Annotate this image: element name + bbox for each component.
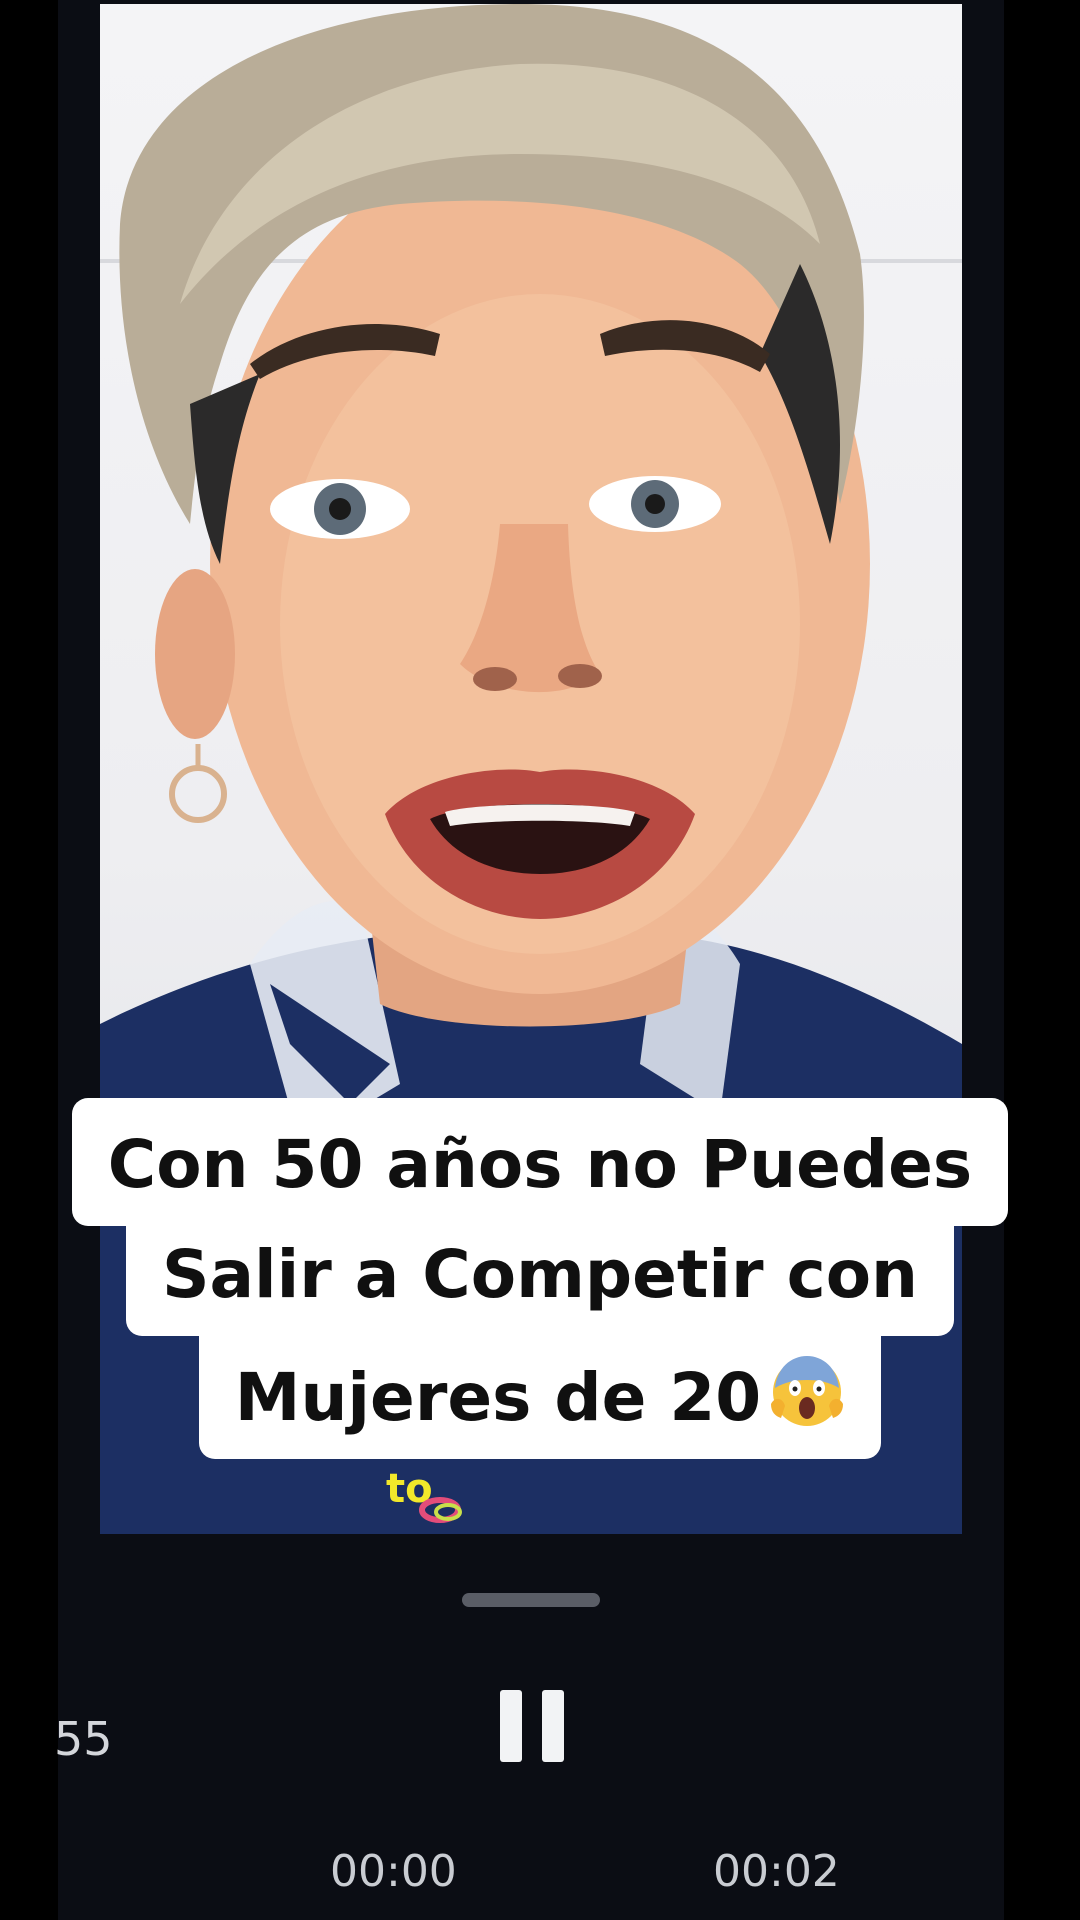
caption-line-2: Salir a Competir con [0, 1208, 1080, 1336]
pause-icon[interactable] [500, 1690, 564, 1762]
drag-handle[interactable] [462, 1593, 600, 1607]
side-time-label: 55 [54, 1712, 113, 1766]
caption-text-1: Con 50 años no Puedes [71, 1098, 1009, 1226]
caption-text-3: Mujeres de 20 [234, 1359, 762, 1436]
caption-line-1: Con 50 años no Puedes [0, 1098, 1080, 1226]
screen: Con 50 años no Puedes Salir a Competir c… [0, 0, 1080, 1920]
caption-line-3: Mujeres de 20 [0, 1318, 1080, 1459]
total-time: 00:02 [713, 1846, 840, 1897]
caption-line-3-box: Mujeres de 20 [198, 1318, 882, 1459]
caption-text-2: Salir a Competir con [125, 1208, 955, 1336]
pause-bar-left [500, 1690, 522, 1762]
face-screaming-in-fear-emoji [771, 1356, 844, 1426]
current-time: 00:00 [330, 1846, 457, 1897]
watermark-logo: to [386, 1466, 462, 1523]
pause-bar-right [542, 1690, 564, 1762]
